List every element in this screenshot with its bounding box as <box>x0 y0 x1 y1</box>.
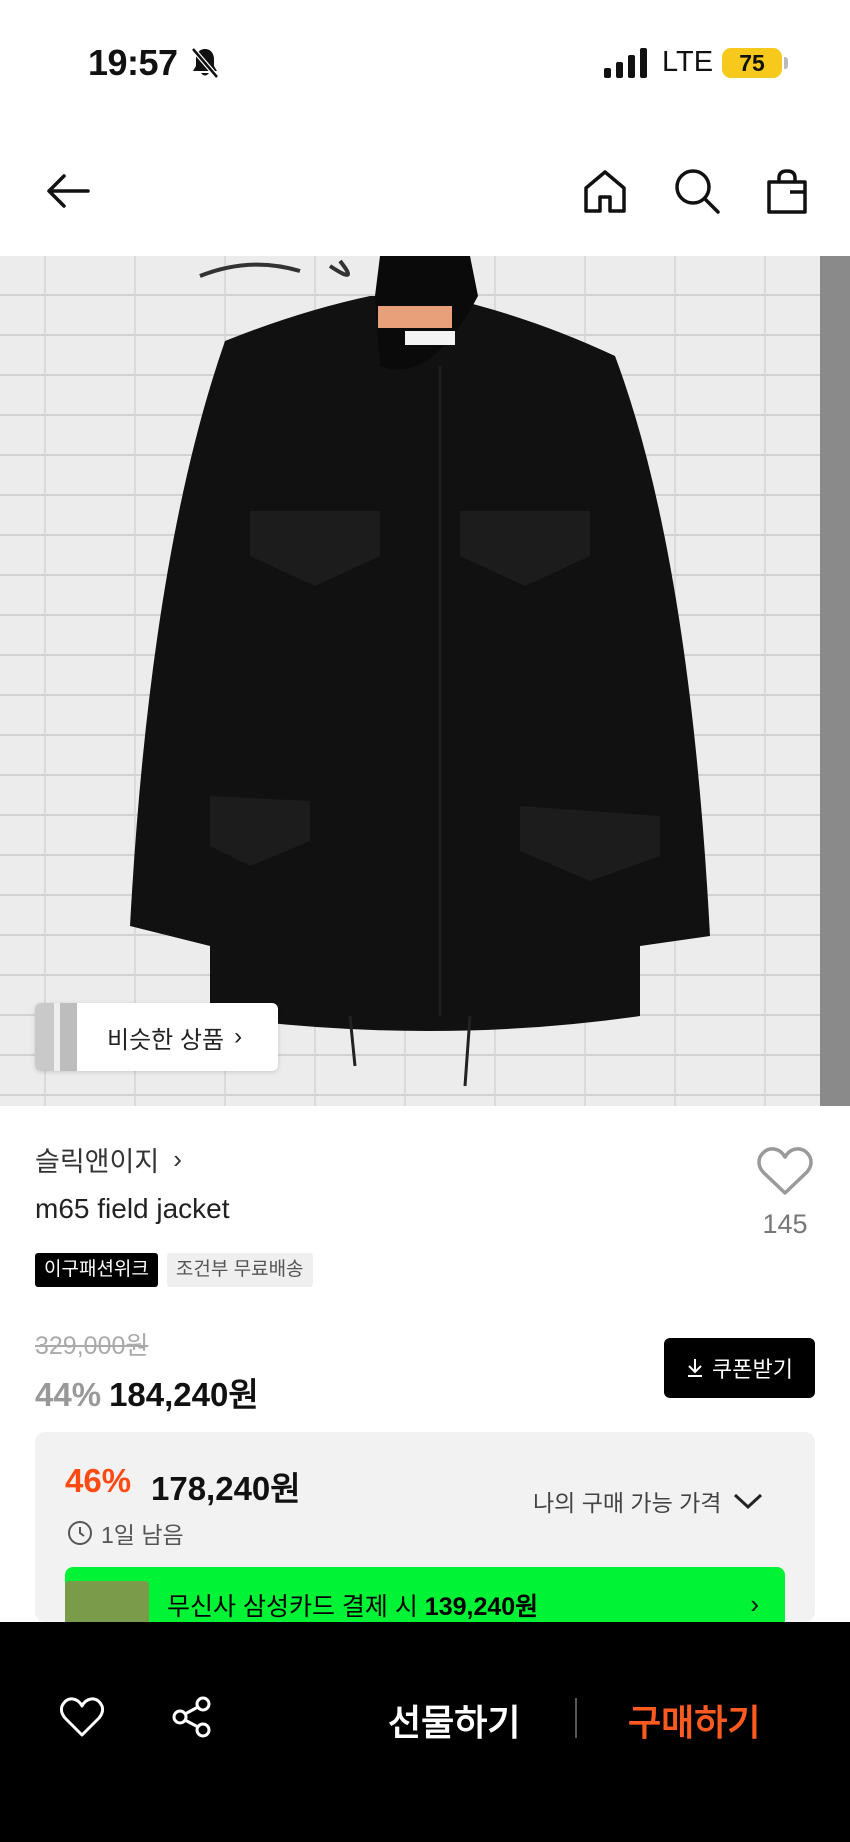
my-price: 178,240원 <box>151 1470 301 1507</box>
heart-icon <box>757 1147 813 1195</box>
clock-icon <box>68 1521 92 1545</box>
search-icon <box>675 169 720 214</box>
like-button[interactable] <box>756 1145 814 1202</box>
gift-button[interactable]: 선물하기 <box>388 1694 520 1746</box>
like-count: 145 <box>762 1209 808 1239</box>
price-row: 44% 184,240원 <box>35 1368 259 1416</box>
sale-price: 184,240원 <box>109 1376 259 1413</box>
network-type: LTE <box>662 46 714 78</box>
shopping-bag-icon <box>767 169 807 214</box>
coupon-button[interactable]: 쿠폰받기 <box>664 1338 815 1398</box>
my-price-toggle[interactable]: 나의 구매 가능 가격 <box>533 1484 763 1518</box>
similar-products-thumbnail <box>35 1003 77 1071</box>
top-nav <box>0 150 850 240</box>
home-button[interactable] <box>578 164 632 218</box>
similar-products-button[interactable]: 비슷한 상품 › <box>35 1003 278 1071</box>
chevron-right-icon: › <box>750 1589 759 1619</box>
bell-muted-icon <box>191 47 219 79</box>
product-name: m65 field jacket <box>35 1193 230 1224</box>
share-icon <box>172 1696 211 1738</box>
status-time: 19:57 <box>88 42 178 83</box>
chevron-down-icon <box>734 1493 763 1510</box>
product-image[interactable] <box>0 256 850 1106</box>
card-thumbnail <box>65 1581 149 1622</box>
my-price-label: 나의 구매 가능 가격 <box>533 1490 722 1516</box>
card-promo-text: 무신사 삼성카드 결제 시 139,240원 <box>167 1593 539 1621</box>
tag-shipping: 조건부 무료배송 <box>166 1253 313 1287</box>
bottom-action-bar: 선물하기 구매하기 <box>0 1622 850 1842</box>
discount-rate: 44% <box>35 1376 102 1413</box>
wishlist-button[interactable] <box>57 1692 107 1742</box>
brand-link[interactable]: 슬릭앤이지 › <box>35 1140 182 1179</box>
coupon-label: 쿠폰받기 <box>712 1357 793 1382</box>
battery-indicator: 75 <box>722 48 782 78</box>
bag-button[interactable] <box>760 164 814 218</box>
time-left-text: 1일 남음 <box>101 1522 184 1548</box>
product-tags: 이구패션위크 조건부 무료배송 <box>35 1253 313 1287</box>
arrow-left-icon <box>47 174 90 208</box>
original-price: 329,000원 <box>35 1332 149 1360</box>
my-price-panel[interactable]: 46% 178,240원 1일 남음 나의 구매 가능 가격 무신사 삼성카드 … <box>35 1432 815 1622</box>
card-promo-banner[interactable]: 무신사 삼성카드 결제 시 139,240원 › <box>65 1567 785 1622</box>
share-button[interactable] <box>167 1692 217 1742</box>
heart-icon <box>59 1697 105 1737</box>
battery-tip <box>784 57 788 69</box>
brand-name: 슬릭앤이지 <box>35 1147 160 1177</box>
back-button[interactable] <box>42 164 96 218</box>
time-left: 1일 남음 <box>67 1516 184 1550</box>
divider <box>575 1698 577 1738</box>
chevron-right-icon: › <box>234 1023 243 1050</box>
similar-products-label: 비슷한 상품 <box>107 1026 225 1054</box>
signal-icon <box>604 48 647 78</box>
chevron-right-icon: › <box>173 1144 182 1174</box>
search-button[interactable] <box>670 164 724 218</box>
home-icon <box>584 170 626 213</box>
download-icon <box>688 1359 703 1377</box>
status-bar: 19:57 LTE 75 <box>0 0 850 120</box>
tag-event[interactable]: 이구패션위크 <box>35 1253 158 1287</box>
buy-button[interactable]: 구매하기 <box>628 1694 760 1746</box>
jacket-illustration <box>0 256 850 1106</box>
my-discount-rate: 46% <box>65 1462 132 1499</box>
